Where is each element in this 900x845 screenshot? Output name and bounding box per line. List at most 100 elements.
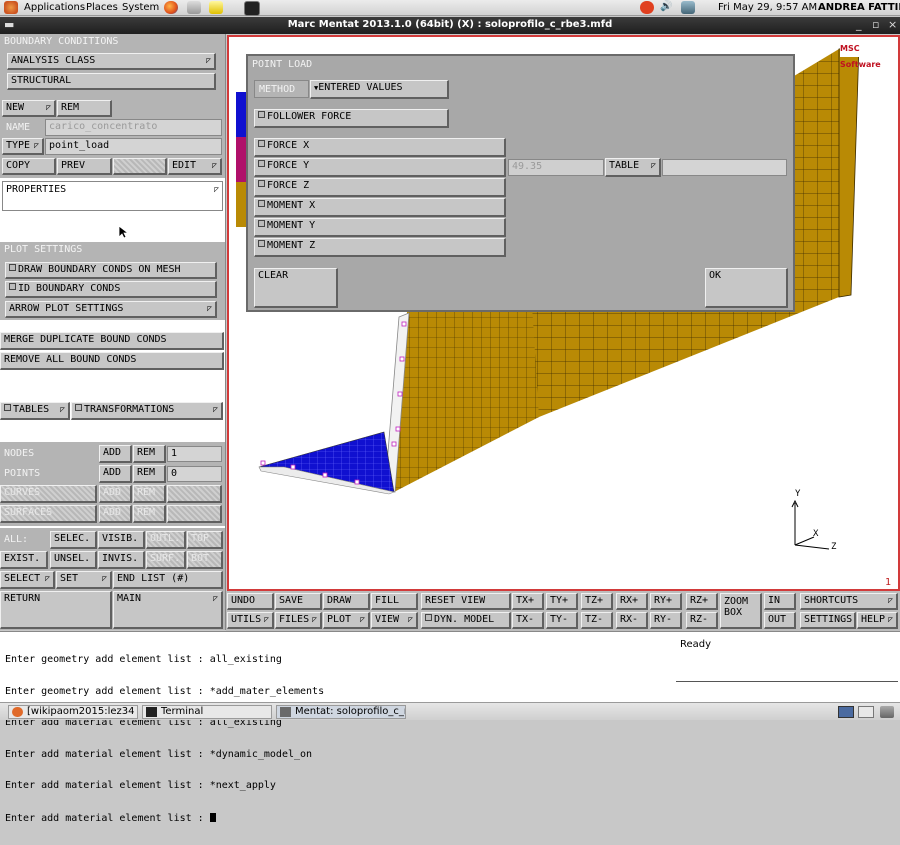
rz-minus-button[interactable]: RZ- [686,612,718,629]
dyn-model-toggle[interactable]: DYN. MODEL [421,612,511,629]
ty-plus-button[interactable]: TY+ [546,593,578,610]
terminal-launcher-icon[interactable] [244,1,260,16]
system-menu[interactable]: System [122,2,159,13]
all-invisible-button[interactable]: INVIS. [98,551,145,569]
tx-plus-button[interactable]: TX+ [512,593,544,610]
ry-minus-button[interactable]: RY- [650,612,682,629]
nodes-add-button[interactable]: ADD [99,445,132,463]
applications-menu[interactable]: Applications [24,2,85,13]
force-z-toggle[interactable]: FORCE Z [254,178,506,197]
copy-button[interactable]: COPY [2,158,56,175]
moment-x-toggle[interactable]: MOMENT X [254,198,506,217]
zoom-out-button[interactable]: OUT [764,612,796,629]
close-button[interactable]: × [888,18,897,31]
follower-force-toggle[interactable]: FOLLOWER FORCE [254,109,449,128]
view-button[interactable]: VIEW ◸ [371,612,418,629]
workspace-1-icon[interactable] [838,706,854,718]
return-button[interactable]: RETURN [0,591,112,629]
settings-button[interactable]: SETTINGS [800,612,856,629]
text-editor-icon[interactable] [209,1,223,14]
all-existing-button[interactable]: EXIST. [0,551,48,569]
all-visible-button[interactable]: VISIB. [98,531,145,549]
force-y-table-button[interactable]: TABLE ◸ [605,158,661,177]
fill-button[interactable]: FILL [371,593,418,610]
zoom-box-button[interactable]: ZOOM BOX [720,593,762,629]
taskbar-item-terminal[interactable]: Terminal [142,705,272,719]
all-top-button[interactable]: TOP [187,531,223,549]
analysis-class-button[interactable]: ANALYSIS CLASS ◸ [7,53,216,70]
reset-view-button[interactable]: RESET VIEW [421,593,511,610]
rz-plus-button[interactable]: RZ+ [686,593,718,610]
taskbar-item-firefox[interactable]: [wikipaom2015:lez34 ... [8,705,138,719]
save-button[interactable]: SAVE [275,593,322,610]
user-name[interactable]: ANDREA FATTINI [818,2,900,13]
all-unselected-button[interactable]: UNSEL. [50,551,97,569]
rx-minus-button[interactable]: RX- [616,612,648,629]
set-button[interactable]: SET ◸ [56,571,112,589]
tables-button[interactable]: TABLES ◸ [0,402,70,420]
bc-type-field[interactable]: point_load [45,138,222,155]
prev-button[interactable]: PREV [57,158,112,175]
workspace-2-icon[interactable] [858,706,874,718]
id-bc-toggle[interactable]: ID BOUNDARY CONDS [5,281,217,298]
rem-bc-button[interactable]: REM [57,100,112,117]
files-button[interactable]: FILES ◸ [275,612,322,629]
settings-tool-icon[interactable] [187,1,201,14]
surfaces-rem-button[interactable]: REM [133,505,166,523]
firefox-icon[interactable] [164,1,178,14]
remove-all-bc-button[interactable]: REMOVE ALL BOUND CONDS [0,352,224,370]
edit-button[interactable]: EDIT ◸ [168,158,222,175]
new-bc-button[interactable]: NEW ◸ [2,100,56,117]
minimize-button[interactable]: _ [856,18,862,31]
structural-button[interactable]: STRUCTURAL [7,73,216,90]
command-console[interactable]: Enter geometry add element list : all_ex… [0,631,900,823]
points-rem-button[interactable]: REM [133,465,166,483]
arrow-plot-settings-button[interactable]: ARROW PLOT SETTINGS ◸ [5,301,217,318]
zoom-in-button[interactable]: IN [764,593,796,610]
merge-duplicate-bc-button[interactable]: MERGE DUPLICATE BOUND CONDS [0,332,224,350]
force-y-value-field[interactable]: 49.35 [508,159,604,176]
draw-bc-on-mesh-toggle[interactable]: DRAW BOUNDARY CONDS ON MESH [5,262,217,279]
window-titlebar[interactable]: ▬ Marc Mentat 2013.1.0 (64bit) (X) : sol… [0,17,900,34]
tz-plus-button[interactable]: TZ+ [581,593,613,610]
next-button-disabled[interactable] [113,158,167,175]
help-button[interactable]: HELP ◸ [857,612,898,629]
gnome-foot-icon[interactable] [4,1,18,14]
main-button[interactable]: MAIN ◸ [113,591,223,629]
all-outline-button[interactable]: OUTL. [146,531,186,549]
ty-minus-button[interactable]: TY- [546,612,578,629]
network-icon[interactable] [681,1,695,14]
utils-button[interactable]: UTILS ◸ [227,612,274,629]
force-y-toggle[interactable]: FORCE Y [254,158,506,177]
points-add-button[interactable]: ADD [99,465,132,483]
force-x-toggle[interactable]: FORCE X [254,138,506,157]
bc-name-field[interactable]: carico_concentrato [45,119,222,136]
moment-y-toggle[interactable]: MOMENT Y [254,218,506,237]
method-dropdown[interactable]: ▼ENTERED VALUES [310,80,449,99]
transformations-button[interactable]: TRANSFORMATIONS ◸ [71,402,223,420]
ok-button[interactable]: OK [705,268,788,308]
curves-add-button[interactable]: ADD [99,485,132,503]
clear-button[interactable]: CLEAR [254,268,338,308]
points-count-field[interactable]: 0 [167,466,222,482]
update-notifier-icon[interactable] [640,1,654,14]
trash-icon[interactable] [880,706,894,718]
clock[interactable]: Fri May 29, 9:57 AM [718,2,817,13]
surfaces-add-button[interactable]: ADD [99,505,132,523]
all-surface-button[interactable]: SURF. [146,551,186,569]
maximize-button[interactable]: ▫ [872,18,879,31]
draw-button[interactable]: DRAW [323,593,370,610]
all-selected-button[interactable]: SELEC. [50,531,97,549]
select-button[interactable]: SELECT ◸ [0,571,55,589]
shortcuts-button[interactable]: SHORTCUTS ◸ [800,593,898,610]
end-list-button[interactable]: END LIST (#) [113,571,223,589]
tx-minus-button[interactable]: TX- [512,612,544,629]
rx-plus-button[interactable]: RX+ [616,593,648,610]
type-button[interactable]: TYPE ◸ [2,138,44,155]
properties-button[interactable]: PROPERTIES ◸ [2,181,223,211]
command-input[interactable]: Enter add material element list : [5,812,324,825]
force-y-table-field[interactable] [662,159,787,176]
undo-button[interactable]: UNDO [227,593,274,610]
all-bottom-button[interactable]: BOT [187,551,223,569]
nodes-rem-button[interactable]: REM [133,445,166,463]
